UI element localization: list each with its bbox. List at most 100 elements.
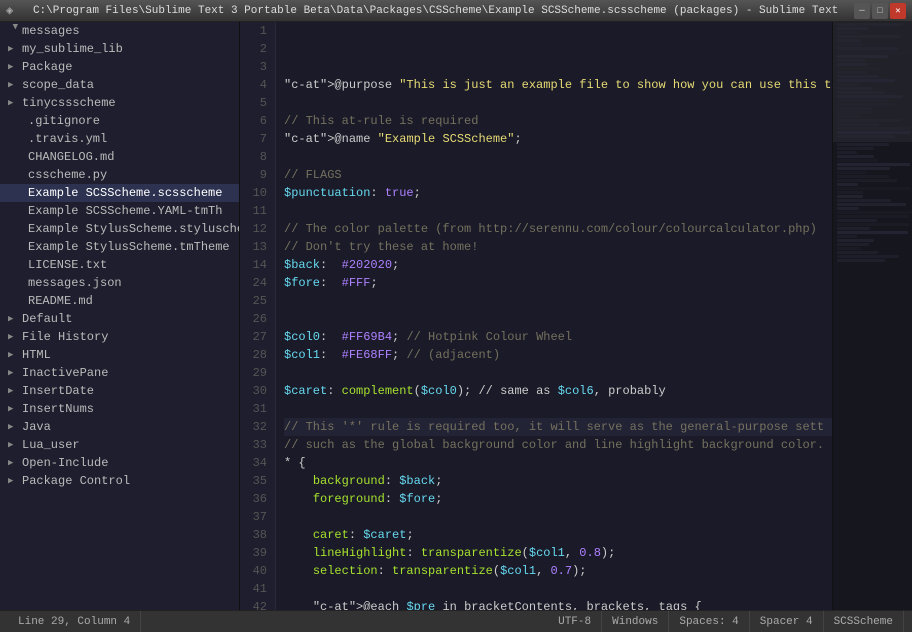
code-line-30: // such as the global background color a… — [284, 436, 832, 454]
sidebar-item-scope_data[interactable]: ▶scope_data — [0, 76, 239, 94]
minimap-line — [837, 127, 910, 130]
minimap-line — [837, 227, 870, 230]
window-title: C:\Program Files\Sublime Text 3 Portable… — [17, 5, 854, 17]
line-num-31: 31 — [240, 400, 271, 418]
sidebar-item-README[interactable]: README.md — [0, 292, 239, 310]
code-line-3: // This at-rule is required — [284, 112, 832, 130]
status-spacer4: Spacer 4 — [750, 611, 824, 632]
file-label-ExampleStylus: Example StylusScheme.stylusche — [28, 222, 239, 236]
status-syntax[interactable]: SCSScheme — [824, 611, 904, 632]
status-indentation[interactable]: Spaces: 4 — [669, 611, 749, 632]
sidebar-item-FileHistory[interactable]: ▶File History — [0, 328, 239, 346]
sidebar-item-PackageControl[interactable]: ▶Package Control — [0, 472, 239, 490]
minimap-line — [837, 47, 898, 50]
file-label-README: README.md — [28, 294, 93, 308]
sidebar: ▶messages▶my_sublime_lib▶Package▶scope_d… — [0, 22, 240, 610]
sidebar-item-messages[interactable]: ▶messages — [0, 22, 239, 40]
code-line-25: $col1: #FE68FF; // (adjacent) — [284, 346, 832, 364]
minimap-line — [837, 171, 867, 174]
minimap-line — [837, 183, 858, 186]
line-num-1: 1 — [240, 22, 271, 40]
sidebar-item-messages_json[interactable]: messages.json — [0, 274, 239, 292]
code-line-32: background: $back; — [284, 472, 832, 490]
sidebar-item-InsertNums[interactable]: ▶InsertNums — [0, 400, 239, 418]
line-num-37: 37 — [240, 508, 271, 526]
minimap-line — [837, 119, 901, 122]
status-line-endings[interactable]: Windows — [602, 611, 669, 632]
minimap-line — [837, 135, 894, 138]
minimap-line — [837, 155, 874, 158]
file-label-gitignore: .gitignore — [28, 114, 100, 128]
minimap-line — [837, 107, 872, 110]
minimap-line — [837, 259, 885, 262]
minimap-line — [837, 187, 910, 190]
code-line-2 — [284, 94, 832, 112]
sidebar-item-ExampleStylusTheme[interactable]: Example StylusScheme.tmTheme — [0, 238, 239, 256]
sidebar-item-gitignore[interactable]: .gitignore — [0, 112, 239, 130]
sidebar-item-travis[interactable]: .travis.yml — [0, 130, 239, 148]
folder-label-InsertDate: InsertDate — [22, 384, 94, 398]
line-numbers: 1234567891011121314242526272829303132333… — [240, 22, 276, 610]
sidebar-item-HTML[interactable]: ▶HTML — [0, 346, 239, 364]
folder-arrow-InsertNums: ▶ — [8, 404, 22, 414]
line-num-11: 11 — [240, 202, 271, 220]
sidebar-item-OpenInclude[interactable]: ▶Open-Include — [0, 454, 239, 472]
sidebar-item-my_sublime_lib[interactable]: ▶my_sublime_lib — [0, 40, 239, 58]
line-num-38: 38 — [240, 526, 271, 544]
code-line-12: $fore: #FFF; — [284, 274, 832, 292]
line-num-12: 12 — [240, 220, 271, 238]
folder-arrow-Lua_user: ▶ — [8, 440, 22, 450]
main-area: ▶messages▶my_sublime_lib▶Package▶scope_d… — [0, 22, 912, 610]
file-label-LICENSE: LICENSE.txt — [28, 258, 107, 272]
statusbar: Line 29, Column 4 UTF-8 Windows Spaces: … — [0, 610, 912, 632]
sidebar-item-Default[interactable]: ▶Default — [0, 310, 239, 328]
file-label-CHANGELOG: CHANGELOG.md — [28, 150, 114, 164]
code-content[interactable]: "c-at">@purpose "This is just an example… — [276, 22, 832, 610]
minimap-line — [837, 27, 868, 30]
folder-label-Lua_user: Lua_user — [22, 438, 80, 452]
sidebar-item-tinycssscheme[interactable]: ▶tinycssscheme — [0, 94, 239, 112]
minimap-line — [837, 243, 869, 246]
sidebar-item-ExampleSCS[interactable]: Example SCSScheme.scsscheme — [0, 184, 239, 202]
code-line-8 — [284, 202, 832, 220]
maximize-button[interactable]: □ — [872, 3, 888, 19]
minimap-line — [837, 35, 900, 38]
file-label-ExampleSCS: Example SCSScheme.scsscheme — [28, 186, 222, 200]
line-num-29: 29 — [240, 364, 271, 382]
code-line-24: $col0: #FF69B4; // Hotpink Colour Wheel — [284, 328, 832, 346]
file-label-messages_json: messages.json — [28, 276, 122, 290]
status-encoding[interactable]: UTF-8 — [548, 611, 602, 632]
minimap-line — [837, 71, 867, 74]
sidebar-item-InactivePane[interactable]: ▶InactivePane — [0, 364, 239, 382]
code-line-6: // FLAGS — [284, 166, 832, 184]
line-num-6: 6 — [240, 112, 271, 130]
status-position: Line 29, Column 4 — [8, 611, 141, 632]
minimap-line — [837, 203, 906, 206]
sidebar-item-Lua_user[interactable]: ▶Lua_user — [0, 436, 239, 454]
code-scroll[interactable]: 1234567891011121314242526272829303132333… — [240, 22, 832, 610]
folder-label-FileHistory: File History — [22, 330, 108, 344]
sidebar-item-ExampleStylus[interactable]: Example StylusScheme.stylusche — [0, 220, 239, 238]
sidebar-item-CHANGELOG[interactable]: CHANGELOG.md — [0, 148, 239, 166]
sidebar-item-Package[interactable]: ▶Package — [0, 58, 239, 76]
minimap-line — [837, 167, 890, 170]
sidebar-item-csscheme[interactable]: csscheme.py — [0, 166, 239, 184]
file-label-ExampleSCSYAML: Example SCSScheme.YAML-tmTh — [28, 204, 222, 218]
sidebar-item-ExampleSCSYAML[interactable]: Example SCSScheme.YAML-tmTh — [0, 202, 239, 220]
minimap-line — [837, 39, 861, 42]
minimize-button[interactable]: ─ — [854, 3, 870, 19]
sidebar-item-Java[interactable]: ▶Java — [0, 418, 239, 436]
minimap-line — [837, 175, 889, 178]
sidebar-item-LICENSE[interactable]: LICENSE.txt — [0, 256, 239, 274]
close-button[interactable]: ✕ — [890, 3, 906, 19]
minimap-line — [837, 43, 863, 46]
minimap-line — [837, 159, 878, 162]
line-num-2: 2 — [240, 40, 271, 58]
sidebar-item-InsertDate[interactable]: ▶InsertDate — [0, 382, 239, 400]
line-num-25: 25 — [240, 292, 271, 310]
code-line-7: $punctuation: true; — [284, 184, 832, 202]
folder-arrow-tinycssscheme: ▶ — [8, 98, 22, 108]
folder-arrow-OpenInclude: ▶ — [8, 458, 22, 468]
folder-arrow-PackageControl: ▶ — [8, 476, 22, 486]
minimap-line — [837, 247, 861, 250]
